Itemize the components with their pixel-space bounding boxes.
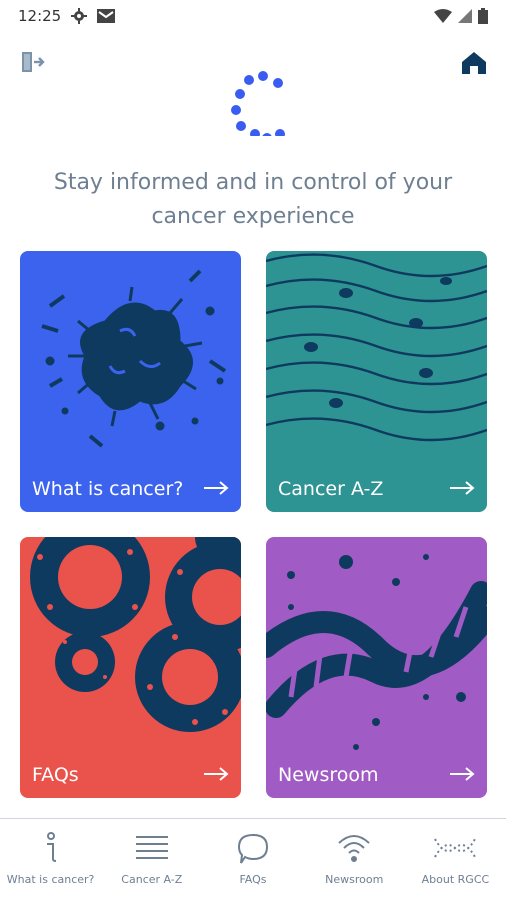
tile-what-is-cancer[interactable]: What is cancer? bbox=[20, 251, 241, 512]
bottom-nav: What is cancer? Cancer A-Z FAQs Newsroom bbox=[0, 818, 506, 901]
tile-label: What is cancer? bbox=[32, 478, 184, 500]
arrow-right-icon bbox=[204, 767, 229, 781]
tile-faqs[interactable]: FAQs bbox=[20, 537, 241, 798]
tile-label: Newsroom bbox=[278, 764, 379, 786]
tagline: Stay informed and in control of your can… bbox=[40, 166, 466, 234]
wifi-icon bbox=[434, 9, 452, 23]
nav-item-newsroom[interactable]: Newsroom bbox=[304, 819, 405, 901]
signal-icon bbox=[458, 9, 472, 23]
arrow-right-icon bbox=[450, 481, 475, 495]
battery-icon bbox=[478, 8, 488, 24]
info-icon bbox=[46, 832, 56, 862]
tagline-line-2: cancer experience bbox=[151, 204, 355, 229]
tagline-line-1: Stay informed and in control of your bbox=[53, 170, 453, 195]
nav-label: Cancer A-Z bbox=[121, 873, 183, 886]
dna-illustration bbox=[266, 554, 487, 750]
rings-illustration bbox=[30, 537, 241, 732]
broadcast-icon bbox=[338, 835, 370, 862]
nav-label: Newsroom bbox=[325, 873, 384, 886]
settings-icon bbox=[71, 8, 88, 24]
tile-newsroom[interactable]: Newsroom bbox=[266, 537, 487, 798]
nav-label: About RGCC bbox=[421, 873, 490, 886]
nav-label: FAQs bbox=[239, 873, 267, 886]
app-header bbox=[0, 40, 506, 140]
tile-label: Cancer A-Z bbox=[278, 478, 384, 500]
nav-item-faqs[interactable]: FAQs bbox=[202, 819, 303, 901]
tissue-illustration bbox=[266, 253, 487, 442]
arrow-right-icon bbox=[204, 481, 229, 495]
status-time: 12:25 bbox=[18, 7, 62, 25]
status-right bbox=[434, 8, 488, 24]
dna-strand-icon bbox=[434, 838, 477, 858]
home-icon[interactable] bbox=[460, 50, 488, 76]
chat-bubble-icon bbox=[237, 833, 269, 864]
arrow-right-icon bbox=[450, 767, 475, 781]
nav-item-about-rgcc[interactable]: About RGCC bbox=[405, 819, 506, 901]
list-icon bbox=[135, 836, 168, 859]
tile-label: FAQs bbox=[32, 764, 79, 786]
exit-door-icon[interactable] bbox=[18, 50, 46, 76]
app-logo bbox=[231, 71, 285, 136]
nav-label: What is cancer? bbox=[6, 873, 95, 886]
tile-cancer-a-z[interactable]: Cancer A-Z bbox=[266, 251, 487, 512]
status-bar: 12:25 bbox=[0, 0, 506, 32]
status-left: 12:25 bbox=[18, 7, 116, 25]
nav-item-what-is-cancer[interactable]: What is cancer? bbox=[0, 819, 101, 901]
cell-illustration bbox=[41, 269, 227, 448]
mail-icon bbox=[97, 9, 116, 23]
nav-item-cancer-a-z[interactable]: Cancer A-Z bbox=[101, 819, 202, 901]
